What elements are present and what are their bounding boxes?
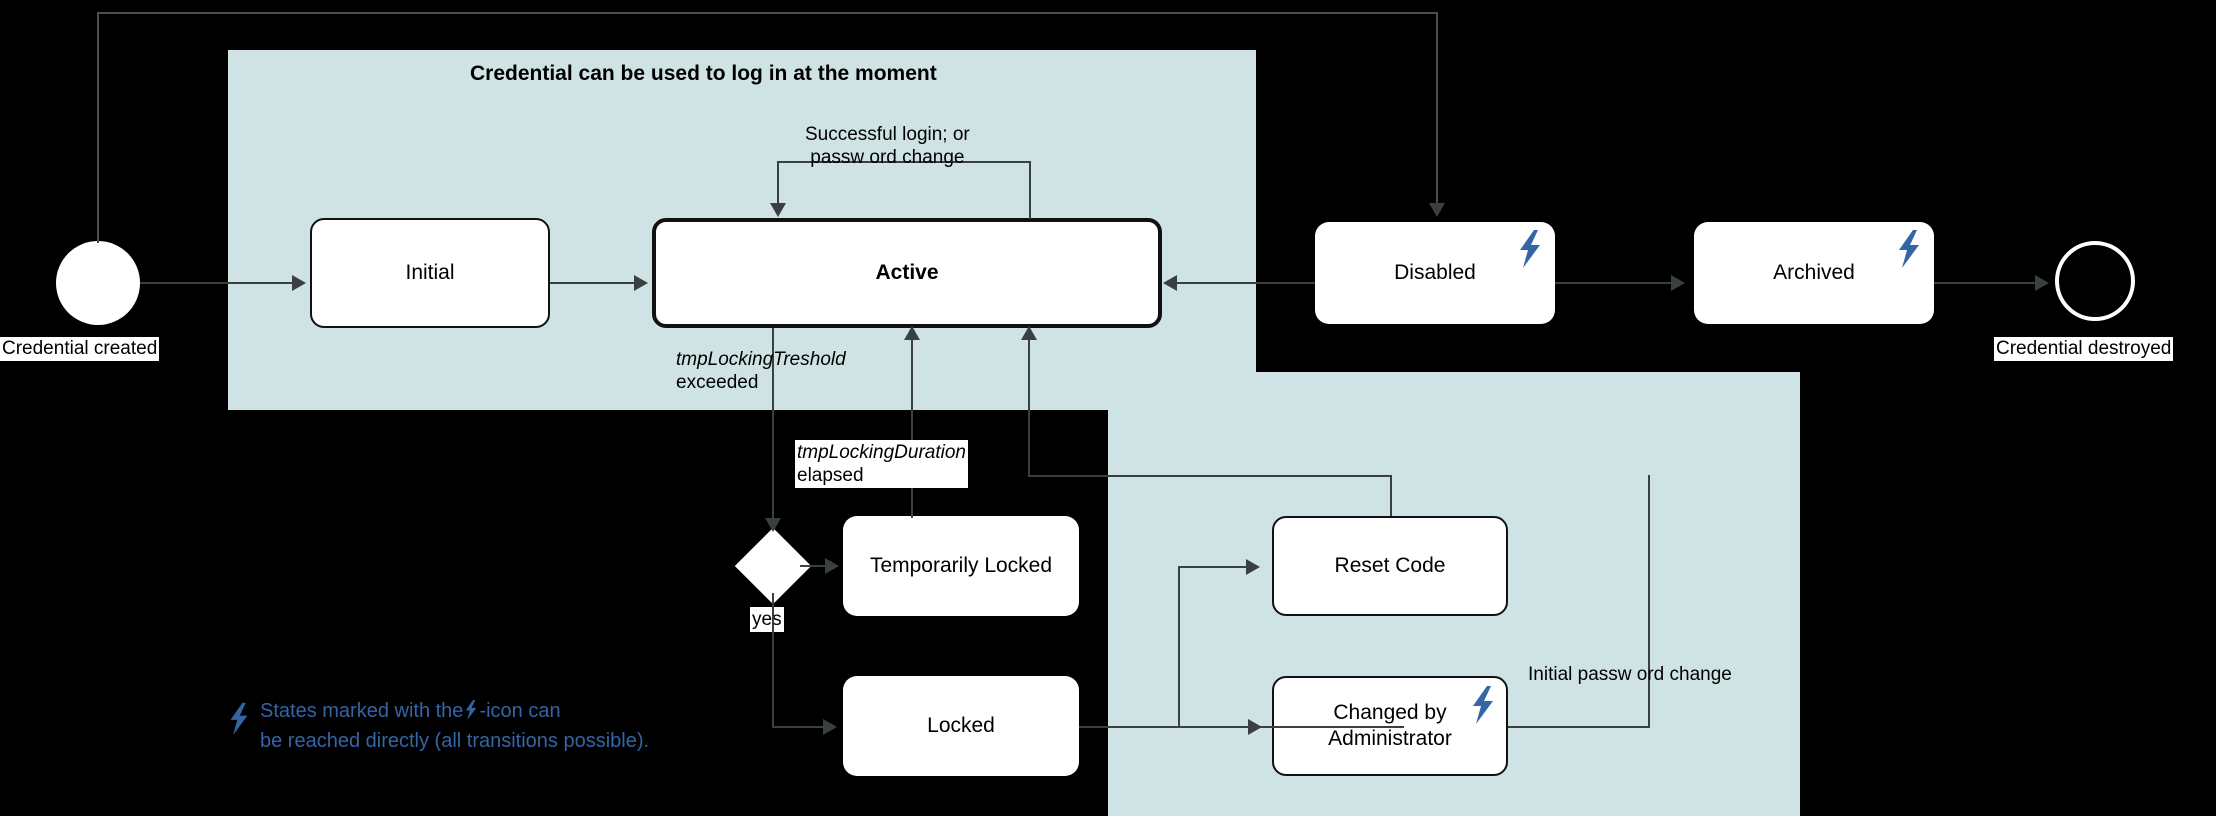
- state-initial-label: Initial: [405, 261, 455, 285]
- cba-line2: Administrator: [1328, 727, 1452, 750]
- state-disabled[interactable]: Disabled: [1315, 222, 1555, 324]
- arrowhead-disabled-in-top: [1429, 203, 1445, 217]
- arrowhead-archived-in: [1671, 275, 1685, 291]
- legend-line2: be reached directly (all transitions pos…: [260, 730, 650, 752]
- state-active[interactable]: Active: [652, 218, 1162, 328]
- arrowhead-temporarily-locked-in: [825, 558, 839, 574]
- lightning-bolt-icon: [228, 702, 250, 736]
- state-temporarily-locked[interactable]: Temporarily Locked: [843, 516, 1079, 616]
- lightning-bolt-icon: [1517, 230, 1543, 268]
- edge-down-into-disabled: [1436, 12, 1438, 205]
- edge-start-up: [97, 12, 99, 243]
- legend: States marked with the -icon can be reach…: [228, 698, 649, 755]
- cba-line1: Changed by: [1333, 701, 1447, 725]
- arrowhead-end-in: [2035, 275, 2049, 291]
- tmp-duration-line1: tmpLockingDuration: [797, 442, 966, 463]
- edge-active-selfloop-right-up: [1029, 161, 1031, 219]
- state-temporarily-locked-label: Temporarily Locked: [869, 554, 1053, 578]
- state-initial[interactable]: Initial: [310, 218, 550, 328]
- start-pseudostate: [56, 241, 140, 325]
- arrowhead-active-in-bottom-2: [1021, 326, 1037, 340]
- end-pseudostate: [2055, 241, 2135, 321]
- tmp-threshold-line1: tmpLockingTreshold: [676, 349, 846, 370]
- edge-changed-by-admin-out: [1508, 726, 1650, 728]
- state-active-label: Active: [875, 261, 939, 285]
- legend-line1-before: States marked with the: [260, 700, 464, 722]
- tmp-threshold-label: tmpLockingTreshold exceeded: [676, 348, 846, 394]
- edge-decision-yes-down: [772, 593, 774, 726]
- state-archived-label: Archived: [1773, 261, 1855, 285]
- legend-text: States marked with the -icon can be reach…: [260, 698, 649, 755]
- selfloop-label-line1: Successful login; or: [805, 124, 970, 145]
- initial-password-change-label: Initial passw ord change: [1528, 664, 1732, 685]
- legend-line1-after: -icon can: [479, 700, 561, 722]
- edge-initial-to-active: [550, 282, 636, 284]
- state-locked[interactable]: Locked: [843, 676, 1079, 776]
- state-locked-label: Locked: [927, 714, 995, 738]
- region-connector-strip: [1108, 372, 1256, 412]
- state-disabled-label: Disabled: [1394, 261, 1476, 285]
- end-pseudostate-label: Credential destroyed: [1994, 337, 2174, 361]
- edge-disabled-to-archived: [1555, 282, 1673, 284]
- arrowhead-initial-in: [292, 275, 306, 291]
- edge-reset-code-up: [1390, 475, 1392, 516]
- state-reset-code-label: Reset Code: [1334, 554, 1446, 578]
- edge-branch-into-reset-code: [1178, 566, 1248, 568]
- active-region-title: Credential can be used to log in at the …: [470, 62, 937, 85]
- lightning-bolt-icon: [1470, 686, 1496, 724]
- arrowhead-active-selfloop-in: [770, 203, 786, 217]
- selfloop-label-line2: passw ord change: [810, 147, 965, 169]
- arrowhead-active-in-right: [1163, 275, 1177, 291]
- edge-active-selfloop-left-down: [777, 161, 779, 205]
- arrowhead-active-in-bottom-1: [904, 326, 920, 340]
- arrowhead-reset-code-in: [1246, 559, 1260, 575]
- edge-reset-code-into-active: [1028, 338, 1030, 477]
- tmp-threshold-line2: exceeded: [676, 372, 759, 394]
- edge-decision-yes-across: [772, 726, 825, 728]
- selfloop-label: Successful login; or passw ord change: [805, 123, 970, 169]
- decision-yes-label: yes: [750, 607, 784, 633]
- state-diagram-canvas: Credential can be used to log in at the …: [0, 0, 2216, 816]
- edge-start-across-top: [97, 12, 1438, 14]
- tmp-duration-label: tmpLockingDuration elapsed: [795, 440, 968, 489]
- edge-initial-pw-up: [1648, 475, 1650, 728]
- edge-decision-to-temporarily-locked: [800, 565, 827, 567]
- edge-archived-to-end: [1934, 282, 2037, 284]
- state-reset-code[interactable]: Reset Code: [1272, 516, 1508, 616]
- arrowhead-changed-by-admin-in: [1248, 719, 1262, 735]
- edge-disabled-to-active: [1175, 282, 1315, 284]
- tmp-duration-line2: elapsed: [797, 465, 864, 487]
- lightning-bolt-icon: [1896, 230, 1922, 268]
- edge-locked-out-right: [1079, 726, 1404, 728]
- edge-reset-code-left: [1028, 475, 1392, 477]
- arrowhead-active-in-left: [634, 275, 648, 291]
- edge-temporarily-locked-to-active: [911, 338, 913, 518]
- state-archived[interactable]: Archived: [1694, 222, 1934, 324]
- arrowhead-locked-in: [823, 719, 837, 735]
- arrowhead-decision-in: [765, 518, 781, 532]
- edge-branch-up-to-reset-code: [1178, 566, 1180, 726]
- lightning-bolt-icon: [464, 700, 478, 728]
- edge-start-to-initial: [140, 282, 294, 284]
- start-pseudostate-label: Credential created: [0, 337, 160, 361]
